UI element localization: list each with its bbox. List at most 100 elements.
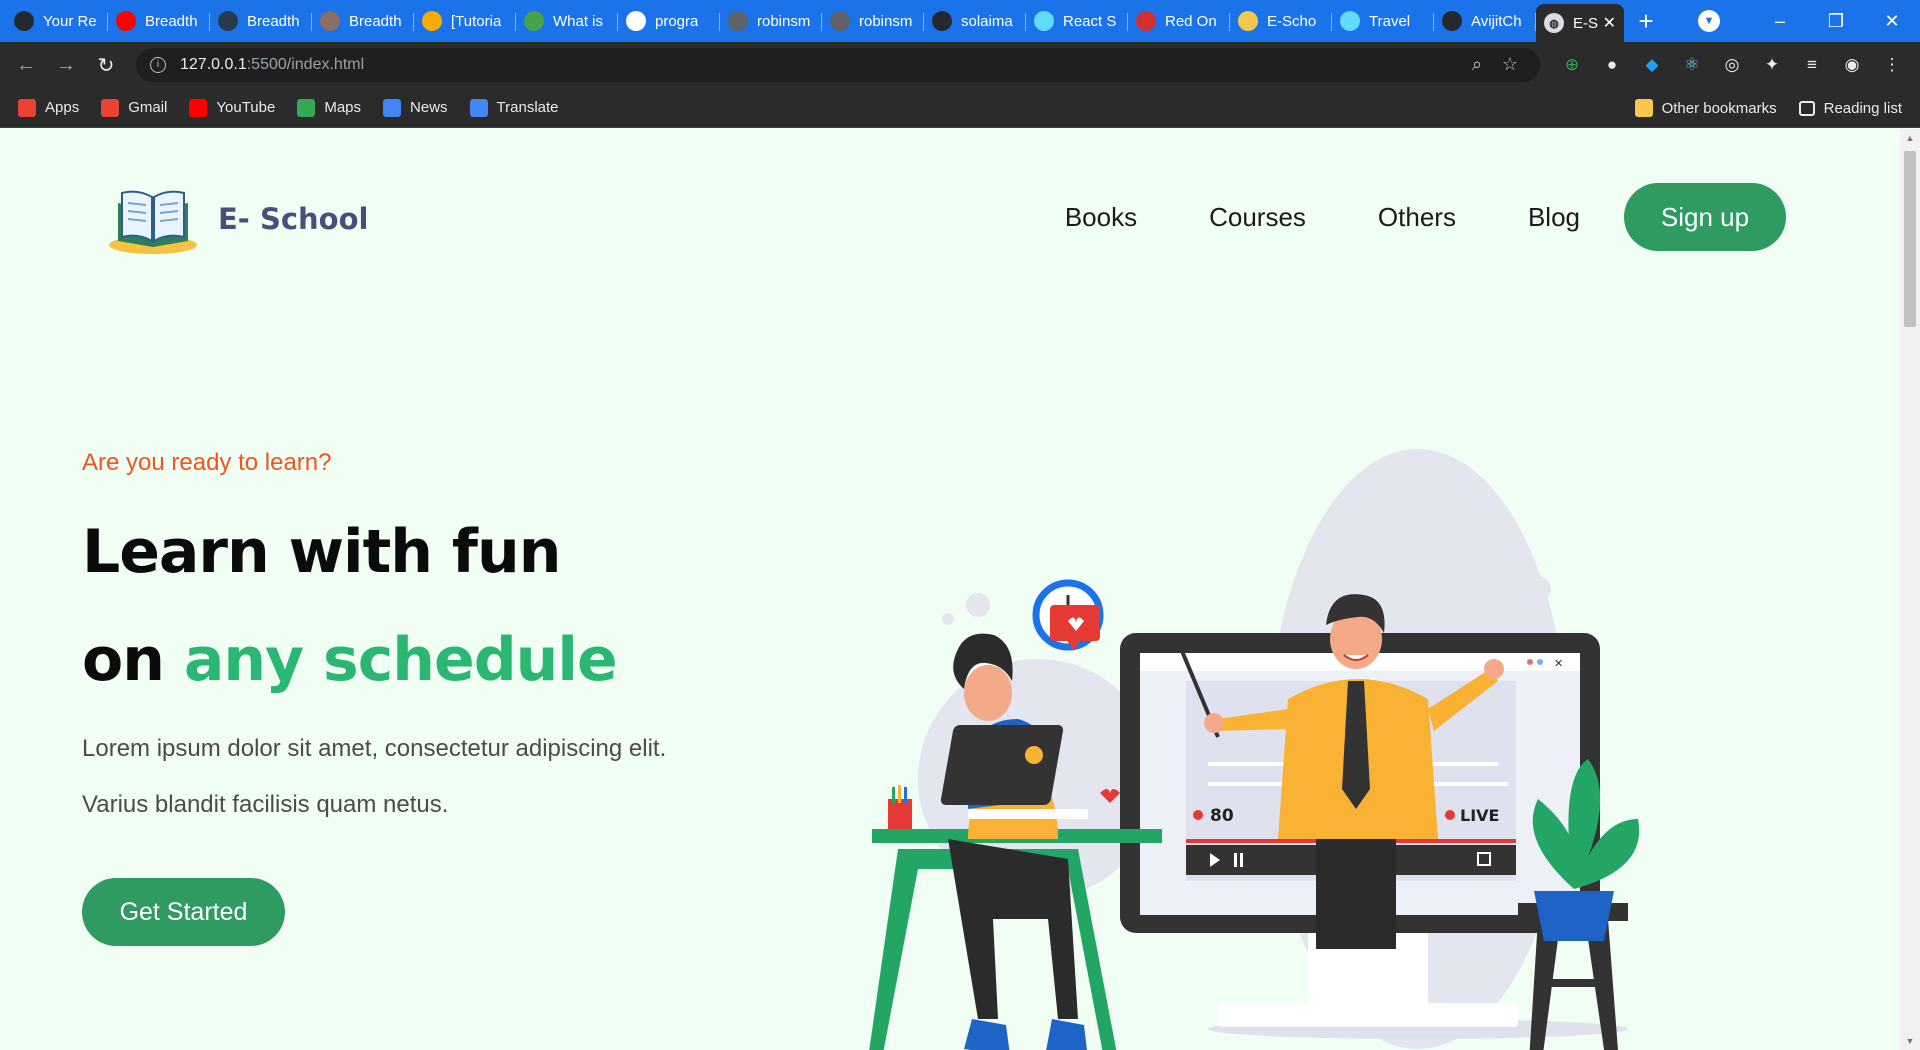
scroll-down-icon[interactable]: ▼	[1900, 1036, 1920, 1046]
bookmarks-bar: Apps Gmail YouTube Maps News Translate Other …	[0, 88, 1920, 128]
bookmark-news[interactable]: News	[383, 98, 448, 117]
get-started-button[interactable]: Get Started	[82, 878, 285, 946]
nav-courses[interactable]: Courses	[1209, 202, 1306, 233]
browser-tab-label: Breadth	[145, 12, 198, 30]
react-icon	[1340, 11, 1360, 31]
browser-tab[interactable]: [Tutoria	[414, 4, 516, 38]
browser-tab[interactable]: Travel	[1332, 4, 1434, 38]
bookmark-translate[interactable]: Translate	[469, 98, 559, 117]
nav-others[interactable]: Others	[1378, 202, 1456, 233]
media-control-icon[interactable]: ≡	[1792, 55, 1832, 75]
react-icon	[1034, 11, 1054, 31]
bookmark-gmail[interactable]: Gmail	[101, 98, 168, 117]
globe-icon: ◍	[1544, 13, 1564, 33]
close-tab-icon[interactable]: ✕	[1603, 13, 1616, 33]
forward-arrow-icon[interactable]: →	[46, 54, 86, 77]
browser-tab-label: [Tutoria	[451, 12, 502, 30]
browser-tab[interactable]: Breadth	[312, 4, 414, 38]
minimize-icon[interactable]: –	[1752, 11, 1808, 32]
github-icon	[14, 11, 34, 31]
extension-target-icon[interactable]: ◎	[1712, 55, 1752, 75]
extension-store-icon[interactable]: ◆	[1632, 55, 1672, 75]
tab-search-icon[interactable]: ▼	[1698, 10, 1720, 32]
browser-tab-label: React S	[1063, 12, 1117, 30]
hero-kicker: Are you ready to learn?	[82, 449, 332, 476]
other-bookmarks[interactable]: Other bookmarks	[1634, 99, 1777, 117]
extension-bulb-icon[interactable]: ●	[1592, 55, 1632, 75]
browser-tab[interactable]: AvijitCh	[1434, 4, 1536, 38]
close-window-icon[interactable]: ✕	[1864, 11, 1920, 32]
google-icon	[626, 11, 646, 31]
restore-icon[interactable]: ❐	[1808, 11, 1864, 32]
extensions-puzzle-icon[interactable]: ✦	[1752, 55, 1792, 75]
link-icon	[728, 11, 748, 31]
bookmark-label: News	[410, 99, 448, 116]
bookmark-maps[interactable]: Maps	[297, 98, 362, 117]
bookmark-label: Translate	[496, 99, 559, 116]
window-controls: ▼ – ❐ ✕	[1698, 0, 1920, 42]
link-icon	[830, 11, 850, 31]
browser-tab[interactable]: E-Scho	[1230, 4, 1332, 38]
bookmark-apps[interactable]: Apps	[18, 98, 79, 117]
address-bar[interactable]: i 127.0.0.1:5500/index.html ⌕ ☆	[136, 48, 1540, 82]
signup-button[interactable]: Sign up	[1624, 183, 1786, 251]
folder-icon	[1634, 99, 1653, 117]
scroll-up-icon[interactable]: ▲	[1900, 133, 1920, 143]
browser-tab[interactable]: Breadth	[108, 4, 210, 38]
youtube-icon	[189, 98, 208, 117]
reading-list[interactable]: Reading list	[1798, 100, 1902, 117]
apps-grid-icon	[18, 98, 36, 117]
bookmark-star-icon[interactable]: ☆	[1502, 54, 1518, 75]
bookmark-label: Maps	[324, 99, 362, 116]
browser-tab[interactable]: robinsm	[822, 4, 924, 38]
page-content: E- School Books Courses Others Blog Sign…	[0, 129, 1900, 1050]
maps-icon	[297, 98, 316, 117]
logo-text: E- School	[218, 202, 369, 236]
browser-tab-label: Breadth	[349, 12, 402, 30]
leaf-icon	[524, 11, 544, 31]
browser-tab[interactable]: Your Re	[6, 4, 108, 38]
active-tab[interactable]: ◍ E-S ✕	[1536, 4, 1624, 42]
browser-tab[interactable]: robinsm	[720, 4, 822, 38]
zoom-icon[interactable]: ⌕	[1472, 54, 1482, 75]
browser-tab-label: Your Re	[43, 12, 97, 30]
bookmark-list: Apps Gmail YouTube Maps News Translate	[18, 98, 581, 117]
browser-tab[interactable]: progra	[618, 4, 720, 38]
page-scrollbar[interactable]: ▲ ▼	[1900, 129, 1920, 1050]
browser-menu-icon[interactable]: ⋮	[1872, 55, 1912, 75]
nav-books[interactable]: Books	[1065, 202, 1137, 233]
browser-tab-label: robinsm	[757, 12, 811, 30]
bookmark-label: Gmail	[128, 99, 168, 116]
browser-tab-label: solaima	[961, 12, 1013, 30]
profile-avatar[interactable]: ◉	[1832, 55, 1872, 75]
bookmark-label: YouTube	[216, 99, 276, 116]
site-logo[interactable]: E- School	[108, 179, 368, 259]
tab-list: Your Re Breadth Breadth Breadth [Tutoria What…	[0, 0, 1536, 42]
open-book-logo-icon	[109, 190, 197, 254]
browser-tab[interactable]: React S	[1026, 4, 1128, 38]
new-tab-button[interactable]: +	[1624, 0, 1668, 42]
browser-tab[interactable]: What is	[516, 4, 618, 38]
svg-text:✕: ✕	[1554, 657, 1563, 670]
hero-title-accent: any schedule	[183, 625, 618, 695]
bookmark-youtube[interactable]: YouTube	[189, 98, 276, 117]
site-info-icon[interactable]: i	[150, 57, 166, 73]
browser-tab-label: E-Scho	[1267, 12, 1317, 30]
eschool-icon	[1238, 11, 1258, 31]
react-devtools-icon[interactable]: ⚛	[1672, 55, 1712, 75]
avatar-icon	[320, 11, 340, 31]
browser-tab-label: Travel	[1369, 12, 1411, 30]
reload-icon[interactable]: ↻	[86, 53, 126, 78]
browser-tab[interactable]: Breadth	[210, 4, 312, 38]
extension-plus-icon[interactable]: ⊕	[1552, 55, 1592, 75]
url-host: 127.0.0.1	[180, 56, 247, 73]
back-arrow-icon[interactable]: ←	[6, 54, 46, 77]
scrollbar-thumb[interactable]	[1904, 151, 1916, 327]
browser-tab[interactable]: solaima	[924, 4, 1026, 38]
nav-blog[interactable]: Blog	[1528, 202, 1580, 233]
browser-tab[interactable]: Red On	[1128, 4, 1230, 38]
chart-icon	[422, 11, 442, 31]
hero-title-line1: Learn with fun	[82, 517, 561, 587]
reading-list-icon	[1798, 100, 1815, 116]
browser-tab-label: robinsm	[859, 12, 913, 30]
